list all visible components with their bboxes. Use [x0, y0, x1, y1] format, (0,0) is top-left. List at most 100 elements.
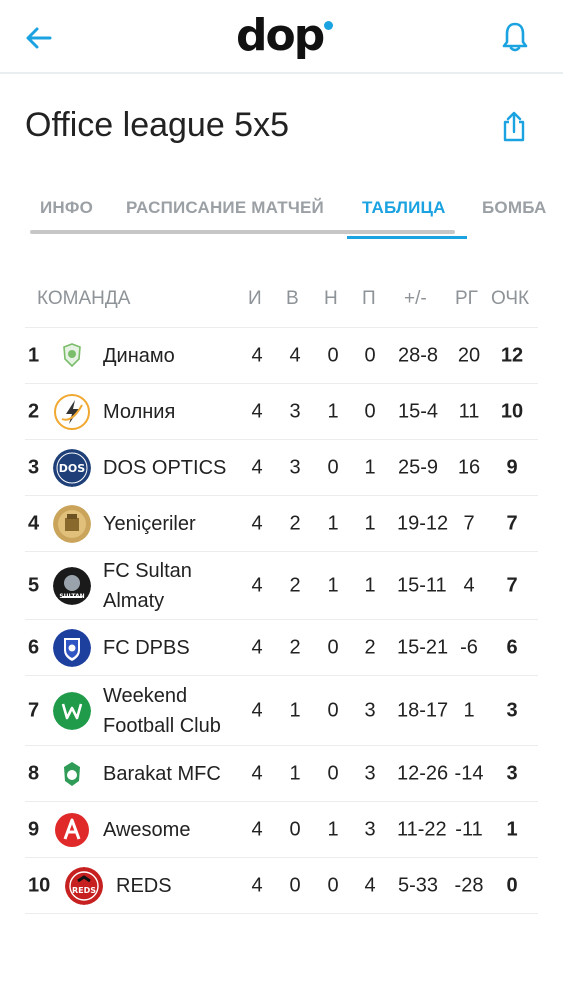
goals: 15-4 — [397, 400, 439, 422]
losses: 0 — [364, 344, 376, 366]
team-position: 5 — [28, 574, 40, 596]
goal-difference: -14 — [454, 762, 484, 784]
draws: 0 — [327, 762, 339, 784]
back-button[interactable] — [20, 20, 56, 56]
matches-played: 4 — [251, 344, 263, 366]
draws: 0 — [327, 874, 339, 896]
dpbs-shield-icon — [53, 628, 91, 667]
table-row[interactable]: 2 Молния 4 3 1 0 15-4 11 10 — [25, 384, 538, 440]
losses: 4 — [364, 874, 376, 896]
reds-icon: REDS — [65, 866, 103, 905]
losses: 0 — [364, 400, 376, 422]
team-name[interactable]: Динамо — [103, 341, 243, 371]
awesome-icon — [53, 811, 91, 849]
points: 10 — [500, 400, 524, 422]
table-row[interactable]: 1 Динамо 4 4 0 0 28-8 20 12 — [25, 328, 538, 384]
logo-dot — [324, 21, 334, 30]
table-row[interactable]: 4 Yeniçeriler 4 2 1 1 19-12 7 7 — [25, 496, 538, 552]
table-row[interactable]: 5 SULTAN FC Sultan Almaty 4 2 1 1 15-11 … — [25, 552, 538, 620]
top-app-bar: dop — [0, 0, 563, 74]
weekend-fc-icon — [53, 691, 91, 730]
tabs-scroll-track[interactable] — [30, 230, 455, 234]
team-position: 9 — [28, 818, 40, 840]
team-position: 4 — [28, 512, 40, 534]
table-row[interactable]: 7 Weekend Football Club 4 1 0 3 18-17 1 … — [25, 676, 538, 746]
goals: 19-12 — [397, 512, 449, 534]
tab-scorers[interactable]: БОМБА — [482, 186, 546, 230]
draws: 0 — [327, 699, 339, 721]
wins: 3 — [289, 400, 301, 422]
losses: 1 — [364, 574, 376, 596]
lightning-icon — [53, 393, 91, 431]
matches-played: 4 — [251, 874, 263, 896]
matches-played: 4 — [251, 512, 263, 534]
points: 7 — [506, 574, 518, 596]
tab-schedule[interactable]: РАСПИСАНИЕ МАТЧЕЙ — [126, 186, 324, 230]
points: 7 — [506, 512, 518, 534]
yeniceriler-icon — [53, 504, 91, 543]
team-name[interactable]: Awesome — [103, 815, 243, 845]
draws: 1 — [327, 574, 339, 596]
wins: 2 — [289, 512, 301, 534]
share-icon — [503, 111, 525, 142]
team-position: 8 — [28, 762, 40, 784]
draws: 0 — [327, 344, 339, 366]
team-name[interactable]: Barakat MFC — [103, 759, 243, 789]
share-button[interactable] — [496, 106, 532, 146]
team-name[interactable]: DOS OPTICS — [103, 453, 243, 483]
team-position: 6 — [28, 636, 40, 658]
losses: 1 — [364, 456, 376, 478]
team-position: 1 — [28, 344, 40, 366]
header-won: В — [286, 288, 299, 309]
matches-played: 4 — [251, 762, 263, 784]
tab-info[interactable]: ИНФО — [40, 186, 93, 230]
header-team: КОМАНДА — [37, 288, 131, 309]
table-row[interactable]: 9 Awesome 4 0 1 3 11-22 -11 1 — [25, 802, 538, 858]
team-name[interactable]: FC DPBS — [103, 633, 243, 663]
goals: 25-9 — [397, 456, 439, 478]
wins: 2 — [289, 574, 301, 596]
team-position: 3 — [28, 456, 40, 478]
app-logo-text: dop — [236, 10, 325, 61]
dos-optics-icon: DOS — [53, 448, 91, 487]
arrow-left-icon — [26, 27, 52, 49]
goal-difference: 16 — [457, 456, 481, 478]
team-name[interactable]: Weekend Football Club — [103, 681, 243, 741]
team-position: 2 — [28, 400, 40, 422]
team-position: 10 — [28, 874, 51, 896]
wins: 0 — [289, 874, 301, 896]
dinamo-crest-icon — [53, 336, 91, 375]
wins: 1 — [289, 762, 301, 784]
matches-played: 4 — [251, 818, 263, 840]
team-name[interactable]: FC Sultan Almaty — [103, 556, 243, 616]
losses: 1 — [364, 512, 376, 534]
team-name[interactable]: Молния — [103, 397, 243, 427]
points: 6 — [506, 636, 518, 658]
svg-text:DOS: DOS — [59, 462, 85, 475]
draws: 1 — [327, 818, 339, 840]
matches-played: 4 — [251, 574, 263, 596]
team-name[interactable]: Yeniçeriler — [103, 509, 243, 539]
notifications-button[interactable] — [496, 18, 534, 56]
tab-table[interactable]: ТАБЛИЦА — [362, 186, 446, 230]
losses: 3 — [364, 762, 376, 784]
table-row[interactable]: 8 Barakat MFC 4 1 0 3 12-26 -14 3 — [25, 746, 538, 802]
team-position: 7 — [28, 699, 40, 721]
points: 12 — [500, 344, 524, 366]
losses: 3 — [364, 818, 376, 840]
table-row[interactable]: 10 REDS REDS 4 0 0 4 5-33 -28 0 — [25, 858, 538, 914]
table-row[interactable]: 3 DOS DOS OPTICS 4 3 0 1 25-9 16 9 — [25, 440, 538, 496]
svg-text:SULTAN: SULTAN — [59, 593, 84, 600]
goal-difference: -11 — [455, 818, 483, 840]
points: 9 — [506, 456, 518, 478]
goal-difference: -6 — [460, 636, 478, 658]
matches-played: 4 — [251, 456, 263, 478]
wins: 4 — [289, 344, 301, 366]
table-row[interactable]: 6 FC DPBS 4 2 0 2 15-21 -6 6 — [25, 620, 538, 676]
app-logo[interactable]: dop — [236, 8, 334, 64]
page-title: Office league 5x5 — [25, 106, 289, 144]
goals: 15-11 — [397, 574, 447, 596]
header-goal-diff: РГ — [455, 288, 478, 309]
losses: 2 — [364, 636, 376, 658]
team-name[interactable]: REDS — [116, 871, 256, 901]
